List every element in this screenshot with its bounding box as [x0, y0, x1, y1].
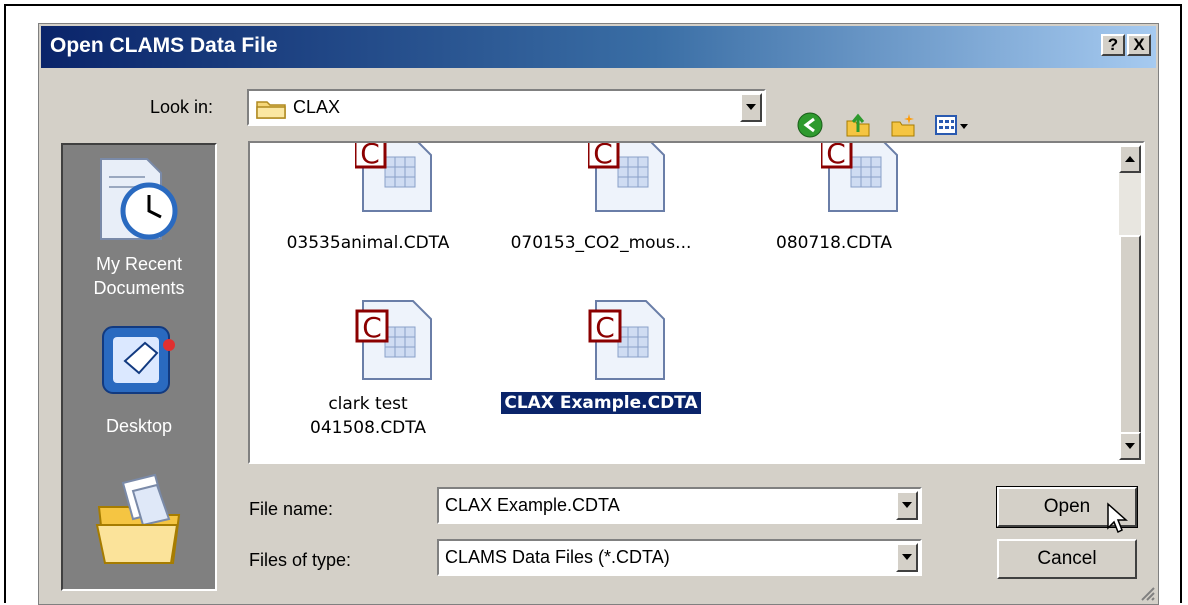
recent-documents-icon: [100, 158, 178, 240]
open-button-label: Open: [1043, 496, 1091, 517]
file-name-value: CLAX Example.CDTA: [445, 495, 620, 515]
place-label: Documents: [93, 278, 185, 298]
file-name-selected: CLAX Example.CDTA: [501, 392, 701, 414]
new-folder-icon[interactable]: [889, 111, 917, 139]
places-bar: My Recent Documents Desktop: [61, 143, 217, 591]
look-in-value: CLAX: [293, 97, 341, 117]
look-in-dropdown-button[interactable]: [740, 93, 762, 122]
cdta-file-icon: C: [819, 141, 898, 212]
file-name: 03535animal.CDTA: [286, 233, 450, 253]
up-folder-icon[interactable]: [844, 111, 872, 139]
desktop-icon: [102, 326, 175, 394]
close-button[interactable]: X: [1127, 34, 1151, 56]
file-name-label: File name:: [249, 499, 334, 519]
file-name-dropdown-button[interactable]: [896, 491, 918, 520]
place-label: Desktop: [105, 416, 173, 436]
file-type-value: CLAMS Data Files (*.CDTA): [445, 547, 670, 567]
cancel-button[interactable]: Cancel: [997, 539, 1137, 579]
views-menu-button[interactable]: [934, 111, 972, 139]
svg-text:C: C: [593, 141, 613, 170]
help-button[interactable]: ?: [1101, 34, 1125, 56]
list-item[interactable]: C 03535animal.CDTA: [268, 143, 468, 254]
look-in-label: Look in:: [150, 97, 214, 117]
open-file-dialog: Open CLAMS Data File ? X Look in: CLAX M…: [38, 23, 1159, 605]
folder-icon: [256, 101, 286, 119]
list-item[interactable]: C 080718.CDTA: [734, 143, 934, 254]
file-name: 080718.CDTA: [776, 233, 892, 253]
dialog-title: Open CLAMS Data File: [50, 34, 278, 57]
list-item[interactable]: C 070153_CO2_mous...: [501, 143, 701, 254]
file-name: 070153_CO2_mous...: [510, 233, 692, 253]
cdta-file-icon: C: [353, 141, 432, 212]
cdta-file-icon: C: [586, 141, 665, 212]
list-item[interactable]: C clark test 041508.CDTA: [268, 295, 468, 440]
scroll-down-button[interactable]: [1119, 432, 1141, 460]
scroll-down-arrow-icon: [1125, 443, 1135, 449]
cdta-file-icon: C: [355, 300, 432, 380]
cdta-file-icon: C: [588, 300, 665, 380]
place-my-recent-documents[interactable]: My Recent Documents: [63, 149, 215, 309]
file-type-select[interactable]: CLAMS Data Files (*.CDTA): [437, 539, 922, 576]
file-type-label: Files of type:: [249, 550, 352, 570]
svg-text:C: C: [360, 141, 380, 170]
file-name-field[interactable]: CLAX Example.CDTA: [437, 487, 922, 524]
file-name: clark test: [328, 394, 408, 414]
svg-text:C: C: [826, 141, 846, 170]
scroll-up-arrow-icon: [1125, 156, 1135, 162]
views-menu-icon: [935, 115, 968, 135]
resize-grip-icon[interactable]: [1138, 584, 1156, 602]
mouse-cursor-icon: [1107, 502, 1128, 534]
svg-text:C: C: [595, 311, 615, 344]
file-type-dropdown-button[interactable]: [896, 543, 918, 572]
vertical-scrollbar[interactable]: [1119, 145, 1141, 460]
place-desktop[interactable]: Desktop: [63, 315, 215, 450]
scroll-up-button[interactable]: [1119, 145, 1141, 173]
file-name: 041508.CDTA: [310, 418, 426, 438]
back-arrow-icon[interactable]: [796, 111, 824, 139]
svg-text:C: C: [362, 311, 382, 344]
list-item[interactable]: C CLAX Example.CDTA: [501, 295, 701, 414]
my-documents-icon: [95, 473, 181, 564]
scroll-thumb[interactable]: [1119, 235, 1141, 435]
file-list-view[interactable]: C 03535animal.CDTA C 070153_CO2_mous...: [248, 141, 1145, 464]
title-bar[interactable]: Open CLAMS Data File ? X: [41, 26, 1156, 68]
place-my-documents[interactable]: [63, 465, 215, 590]
look-in-combo[interactable]: CLAX: [247, 89, 766, 126]
place-label: My Recent: [95, 254, 183, 274]
cancel-button-label: Cancel: [1037, 548, 1097, 569]
